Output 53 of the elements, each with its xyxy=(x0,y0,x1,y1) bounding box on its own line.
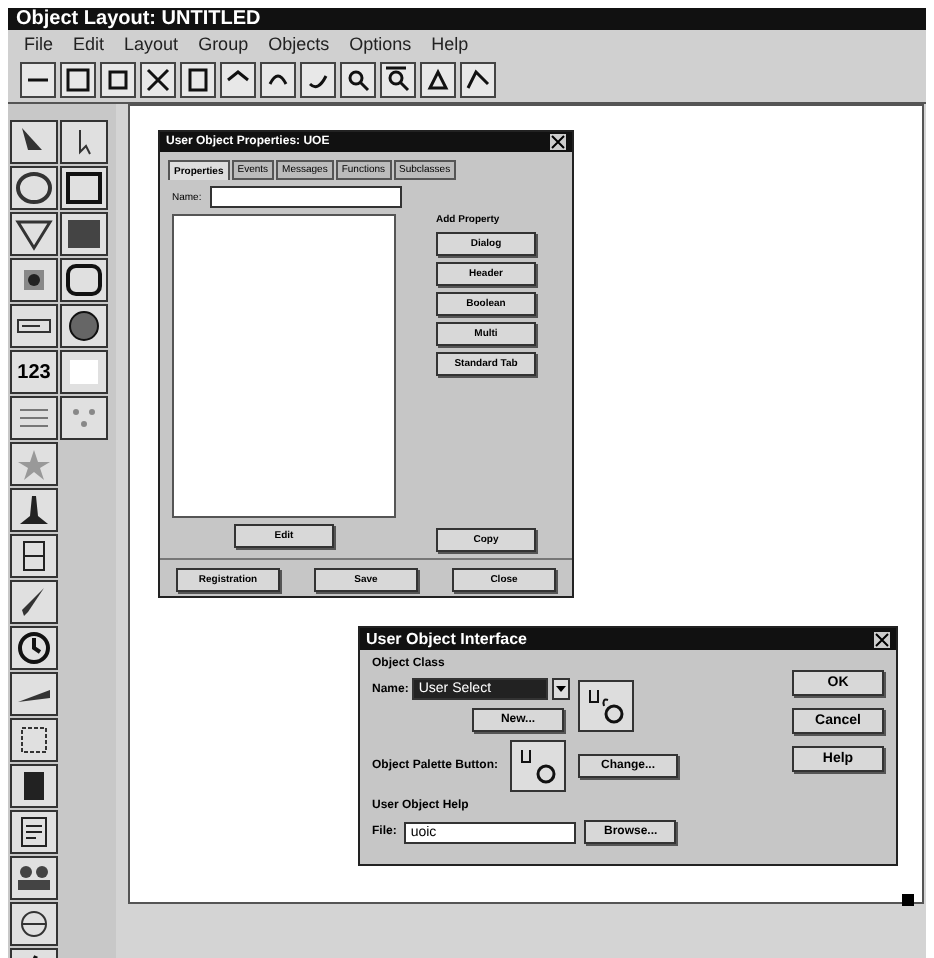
tool-icon[interactable] xyxy=(10,902,58,946)
palette-button-icon[interactable] xyxy=(510,740,567,792)
toolbar-icon[interactable] xyxy=(220,62,256,98)
tool-icon[interactable] xyxy=(10,672,58,716)
close-icon[interactable] xyxy=(550,134,566,150)
toolbar-icon[interactable] xyxy=(460,62,496,98)
tool-icon[interactable] xyxy=(10,534,58,578)
toolbar-icon[interactable] xyxy=(60,62,96,98)
tool-icon[interactable] xyxy=(10,718,58,762)
object-icon xyxy=(578,679,635,731)
toolbar-icon[interactable] xyxy=(140,62,176,98)
tool-icon[interactable] xyxy=(60,396,108,440)
tool-icon[interactable] xyxy=(10,810,58,854)
tool-icon[interactable] xyxy=(10,856,58,900)
tool-icon[interactable] xyxy=(60,120,108,164)
menu-item[interactable]: Options xyxy=(349,34,412,54)
tool-icon[interactable] xyxy=(60,350,108,394)
tool-icon[interactable] xyxy=(10,396,58,440)
tool-icon[interactable] xyxy=(10,258,58,302)
toolbar-icon[interactable] xyxy=(20,62,56,98)
tool-icon[interactable] xyxy=(10,488,58,532)
name-field[interactable] xyxy=(209,186,402,208)
menu-item[interactable]: Edit xyxy=(73,34,105,54)
menu-item[interactable]: Layout xyxy=(124,34,179,54)
tool-icon[interactable] xyxy=(10,580,58,624)
tool-icon[interactable] xyxy=(10,626,58,670)
number-tool[interactable]: 123 xyxy=(10,350,58,394)
property-list[interactable] xyxy=(172,214,396,518)
toolbar-icon[interactable] xyxy=(300,62,336,98)
tool-icon[interactable] xyxy=(10,442,58,486)
tool-icon[interactable] xyxy=(10,212,58,256)
tool-icon[interactable] xyxy=(10,120,58,164)
toolbar-icon[interactable] xyxy=(180,62,216,98)
toolbar-icon[interactable] xyxy=(380,62,416,98)
tool-icon[interactable] xyxy=(60,212,108,256)
tool-icon[interactable] xyxy=(10,304,58,348)
menu-item[interactable]: Group xyxy=(198,34,249,54)
toolbar-icon[interactable] xyxy=(260,62,296,98)
toolbar-icon[interactable] xyxy=(420,62,456,98)
menu-item[interactable]: Objects xyxy=(268,34,330,54)
tool-icon[interactable] xyxy=(60,166,108,210)
toolbar-icon[interactable] xyxy=(340,62,376,98)
tool-icon[interactable] xyxy=(10,764,58,808)
tool-icon[interactable] xyxy=(60,304,108,348)
menu-item[interactable]: Help xyxy=(431,34,469,54)
selection-handle[interactable] xyxy=(902,894,914,906)
dialog-title: User Object Interface xyxy=(366,630,527,648)
toolbar-icon[interactable] xyxy=(100,62,136,98)
menu-item[interactable]: File xyxy=(24,34,54,54)
close-icon[interactable] xyxy=(874,631,890,647)
tool-icon[interactable] xyxy=(10,166,58,210)
tool-icon[interactable] xyxy=(60,258,108,302)
window-title: Object Layout: UNTITLED xyxy=(8,8,926,30)
